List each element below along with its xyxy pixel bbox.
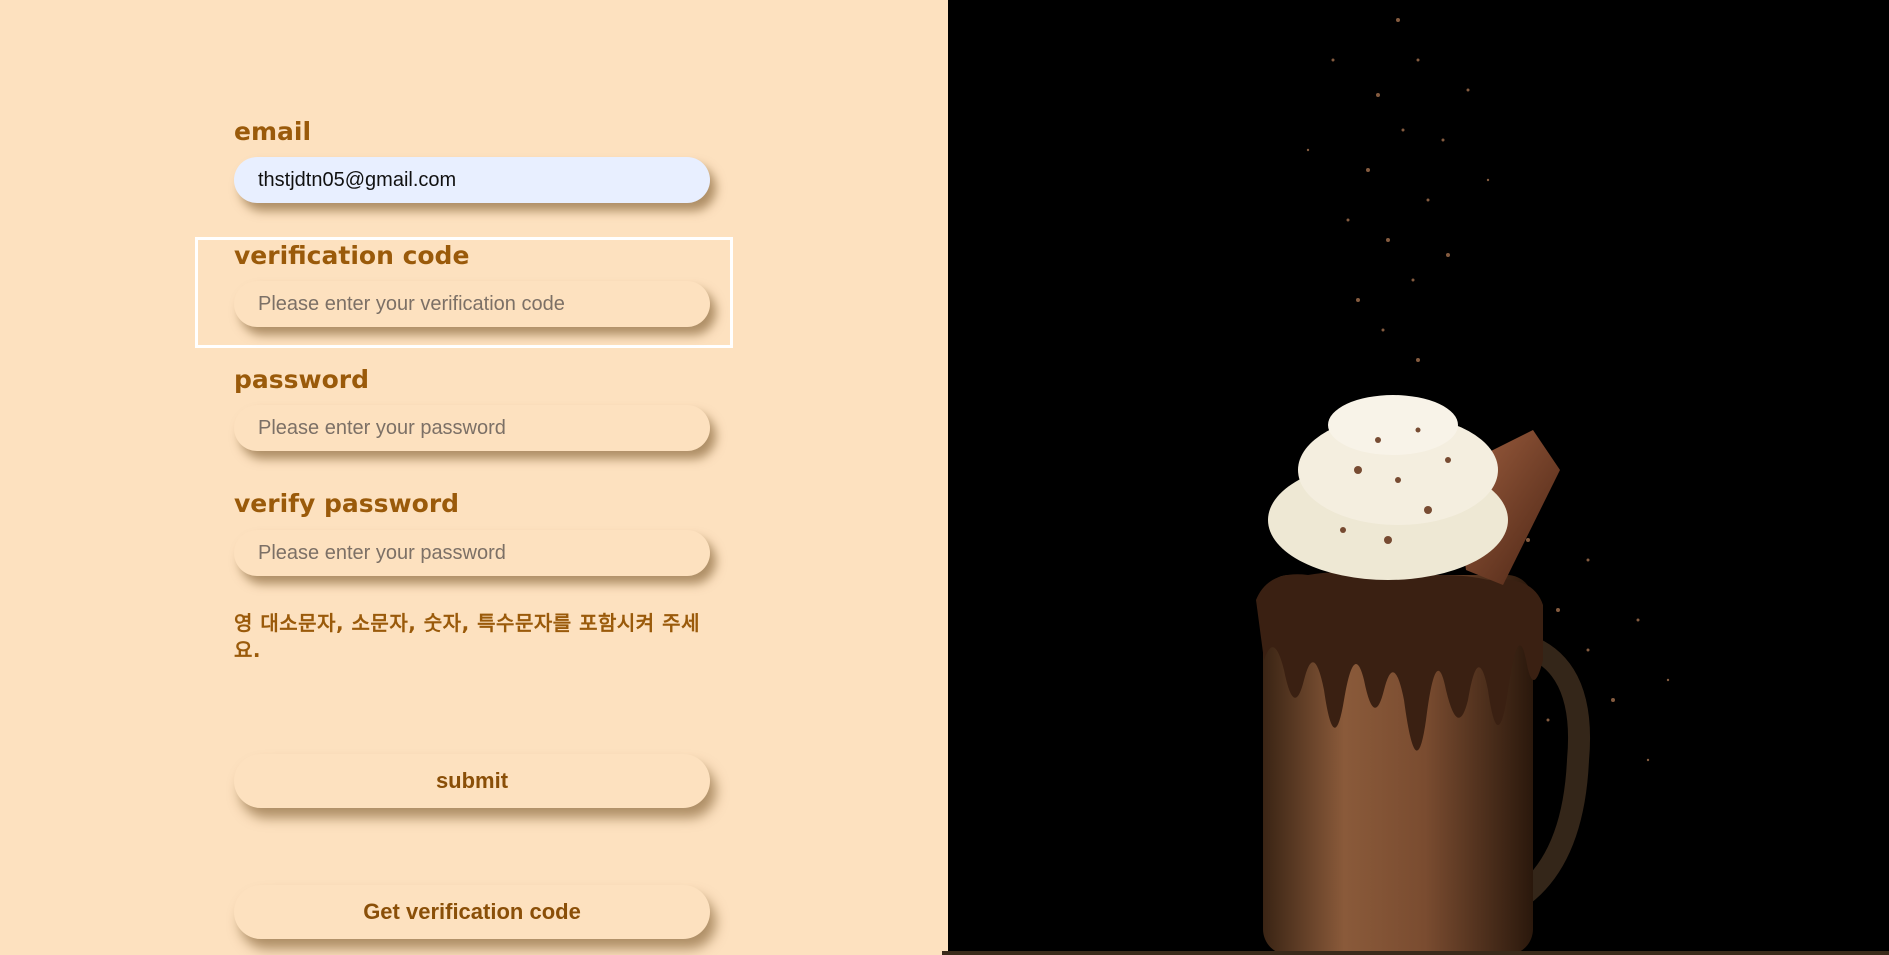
milkshake-illustration xyxy=(948,0,1889,955)
email-label: email xyxy=(234,117,312,146)
verification-code-label: verification code xyxy=(234,241,470,270)
get-verification-code-button[interactable]: Get verification code xyxy=(234,885,710,939)
milkshake-photo xyxy=(948,0,1889,955)
password-input[interactable] xyxy=(234,405,710,451)
email-input[interactable] xyxy=(234,157,710,203)
password-rule-hint: 영 대소문자, 소문자, 숫자, 특수문자를 포함시켜 주세요. xyxy=(234,611,700,662)
verify-password-label: verify password xyxy=(234,489,460,518)
signup-form-panel: email verification code password verify … xyxy=(0,0,948,955)
verification-code-input[interactable] xyxy=(234,281,710,327)
verify-password-input[interactable] xyxy=(234,530,710,576)
submit-button[interactable]: submit xyxy=(234,754,710,808)
password-label: password xyxy=(234,365,370,394)
photo-bottom-edge xyxy=(942,951,1889,955)
